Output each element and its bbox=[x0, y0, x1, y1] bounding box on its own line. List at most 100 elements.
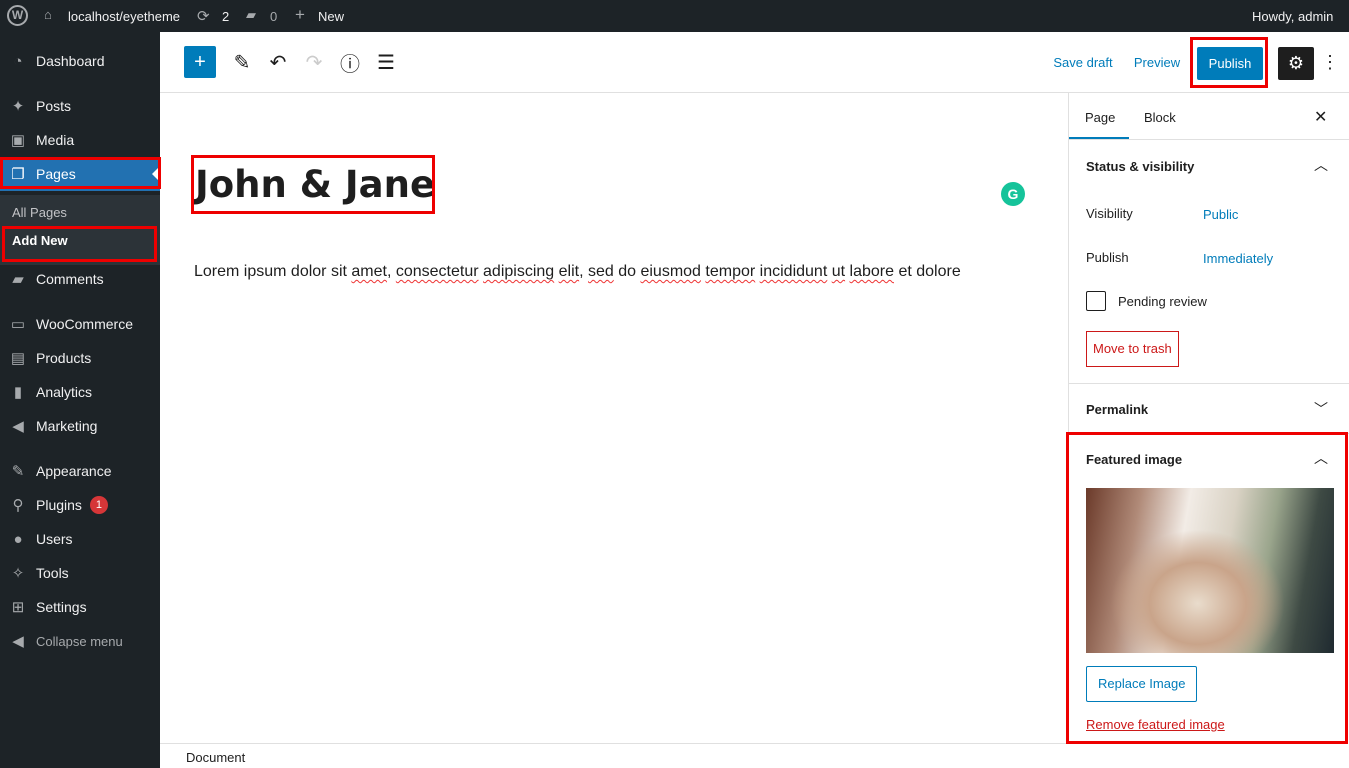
sidebar-item-label: Dashboard bbox=[36, 53, 105, 69]
sliders-icon: ⊞ bbox=[11, 599, 25, 616]
brush-icon: ✎ bbox=[11, 463, 25, 480]
info-icon[interactable]: ⓘ bbox=[334, 46, 366, 78]
sidebar-item-label: WooCommerce bbox=[36, 316, 133, 332]
post-title[interactable]: John & Jane bbox=[195, 163, 435, 206]
tab-page[interactable]: Page bbox=[1085, 110, 1115, 125]
sidebar-item-comments[interactable]: ▰ Comments bbox=[0, 262, 160, 296]
paragraph-text: consectetur bbox=[395, 263, 479, 280]
paragraph-text: elit bbox=[558, 263, 580, 280]
undo-icon[interactable]: ↶ bbox=[262, 46, 294, 78]
sidebar-item-dashboard[interactable]: ◔ Dashboard bbox=[0, 44, 160, 78]
list-view-icon[interactable]: ☰ bbox=[370, 46, 402, 78]
replace-image-button[interactable]: Replace Image bbox=[1086, 666, 1198, 702]
megaphone-icon: ◀ bbox=[12, 418, 24, 435]
featured-image[interactable] bbox=[1086, 488, 1334, 653]
howdy-link[interactable]: Howdy, admin bbox=[1252, 9, 1333, 24]
sidebar-item-label: Analytics bbox=[36, 384, 93, 400]
visibility-value[interactable]: Public bbox=[1203, 207, 1238, 222]
paragraph-text: et dolore bbox=[894, 263, 961, 280]
collapse-icon: ◀ bbox=[12, 633, 24, 650]
divider bbox=[1069, 139, 1349, 140]
paragraph-text: sed bbox=[587, 263, 614, 280]
tab-block[interactable]: Block bbox=[1144, 110, 1176, 125]
paragraph-text: Lorem ipsum dolor sit bbox=[194, 263, 352, 280]
admin-sidebar: ◔ Dashboard ✦ Posts ▣ Media ❐ Pages ▰ Comments ▭ Wo… bbox=[0, 32, 160, 768]
edit-tool-icon[interactable]: ✎ bbox=[226, 46, 258, 78]
sidebar-item-pages[interactable]: ❐ Pages bbox=[0, 157, 160, 191]
plus-icon: + bbox=[295, 5, 305, 24]
sidebar-item-label: Tools bbox=[36, 565, 69, 581]
updates-count[interactable]: 2 bbox=[222, 9, 229, 24]
pending-review-label[interactable]: Pending review bbox=[1118, 294, 1207, 309]
close-icon[interactable]: ✕ bbox=[1314, 107, 1327, 127]
wordpress-logo-icon[interactable]: W bbox=[7, 5, 28, 26]
sidebar-item-label: Media bbox=[36, 132, 75, 148]
paragraph-text: amet bbox=[351, 263, 387, 280]
sidebar-item-label: Users bbox=[36, 531, 73, 547]
remove-featured-image-link[interactable]: Remove featured image bbox=[1086, 717, 1225, 732]
sidebar-item-users[interactable]: ● Users bbox=[0, 522, 160, 556]
sidebar-item-label: Appearance bbox=[36, 463, 112, 479]
comments-icon[interactable]: ▰ bbox=[246, 7, 256, 23]
add-block-button[interactable]: + bbox=[184, 46, 216, 78]
grammarly-icon[interactable]: G bbox=[1001, 182, 1025, 206]
more-options-icon[interactable]: ⋮ bbox=[1320, 46, 1340, 78]
sidebar-item-woocommerce[interactable]: ▭ WooCommerce bbox=[0, 307, 160, 341]
media-icon: ▣ bbox=[10, 132, 26, 149]
permalink-header[interactable]: Permalink bbox=[1086, 402, 1148, 417]
paragraph-block[interactable]: Lorem ipsum dolor sit amet, consectetur … bbox=[194, 263, 961, 281]
paragraph-text: do bbox=[613, 263, 641, 280]
sidebar-item-posts[interactable]: ✦ Posts bbox=[0, 89, 160, 123]
status-visibility-header[interactable]: Status & visibility bbox=[1086, 159, 1194, 174]
settings-gear-button[interactable]: ⚙ bbox=[1278, 47, 1314, 80]
settings-panel: Page Block ✕ Status & visibility ︿ Visib… bbox=[1068, 93, 1349, 744]
paragraph-text: eiusmod bbox=[640, 263, 701, 280]
sidebar-item-label: Plugins bbox=[36, 497, 82, 513]
visibility-label: Visibility bbox=[1086, 206, 1133, 221]
move-to-trash-button[interactable]: Move to trash bbox=[1086, 331, 1179, 367]
paragraph-text: adipiscing bbox=[483, 263, 555, 280]
sidebar-item-tools[interactable]: ✧ Tools bbox=[0, 556, 160, 590]
publish-button[interactable]: Publish bbox=[1197, 47, 1263, 80]
pin-icon: ✦ bbox=[11, 98, 25, 115]
sidebar-item-media[interactable]: ▣ Media bbox=[0, 123, 160, 157]
submenu-all-pages[interactable]: All Pages bbox=[12, 205, 67, 220]
archive-icon: ▤ bbox=[10, 350, 26, 367]
publish-date-value[interactable]: Immediately bbox=[1203, 251, 1273, 266]
sidebar-item-analytics[interactable]: ▮ Analytics bbox=[0, 375, 160, 409]
sidebar-item-label: Comments bbox=[36, 271, 104, 287]
sidebar-item-collapse-menu[interactable]: ◀ Collapse menu bbox=[0, 624, 160, 658]
updates-icon[interactable]: ⟳ bbox=[197, 7, 210, 25]
paragraph-text: labore bbox=[849, 263, 894, 280]
chevron-up-icon[interactable]: ︿ bbox=[1314, 448, 1328, 468]
comments-count[interactable]: 0 bbox=[270, 9, 277, 24]
new-link[interactable]: New bbox=[318, 9, 344, 24]
site-name-link[interactable]: localhost/eyetheme bbox=[68, 9, 180, 24]
divider bbox=[1069, 383, 1349, 384]
redo-icon[interactable]: ↷ bbox=[298, 46, 330, 78]
sidebar-item-label: Collapse menu bbox=[36, 633, 123, 649]
home-icon: ⌂ bbox=[44, 7, 52, 22]
featured-image-header[interactable]: Featured image bbox=[1086, 452, 1182, 467]
block-breadcrumb[interactable]: Document bbox=[160, 743, 1068, 768]
pending-review-checkbox[interactable] bbox=[1086, 291, 1106, 311]
sidebar-item-label: Posts bbox=[36, 98, 72, 114]
paragraph-text: , bbox=[386, 263, 396, 280]
sidebar-item-settings[interactable]: ⊞ Settings bbox=[0, 590, 160, 624]
sidebar-item-label: Pages bbox=[36, 166, 76, 182]
admin-bar: W ⌂ localhost/eyetheme ⟳ 2 ▰ 0 + New How… bbox=[0, 0, 1349, 32]
chevron-up-icon[interactable]: ︿ bbox=[1314, 155, 1328, 175]
sidebar-item-products[interactable]: ▤ Products bbox=[0, 341, 160, 375]
comment-icon: ▰ bbox=[12, 271, 24, 288]
preview-button[interactable]: Preview bbox=[1130, 46, 1184, 78]
user-icon: ● bbox=[13, 530, 23, 548]
sidebar-item-plugins[interactable]: ⚲ Plugins 1 bbox=[0, 488, 160, 522]
sidebar-item-appearance[interactable]: ✎ Appearance bbox=[0, 454, 160, 488]
submenu-add-new[interactable]: Add New bbox=[12, 233, 68, 248]
editor-toolbar: + ✎ ↶ ↷ ⓘ ☰ Save draft Preview Publish ⚙… bbox=[160, 32, 1349, 93]
sidebar-item-marketing[interactable]: ◀ Marketing bbox=[0, 409, 160, 443]
save-draft-button[interactable]: Save draft bbox=[1048, 46, 1118, 78]
publish-label: Publish bbox=[1086, 250, 1129, 265]
chevron-down-icon[interactable]: ﹀ bbox=[1314, 399, 1328, 419]
plugin-icon: ⚲ bbox=[12, 497, 24, 514]
